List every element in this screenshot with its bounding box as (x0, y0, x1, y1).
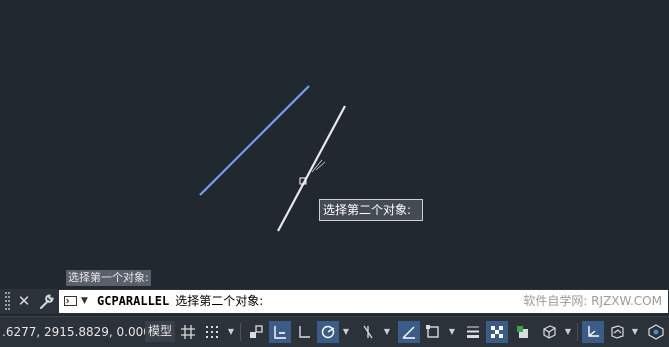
watermark-text: 软件自学网: RJZXW.COM (523, 294, 662, 308)
transparency-icon[interactable] (486, 321, 508, 343)
close-icon[interactable]: ✕ (15, 291, 33, 311)
drag-grip-icon[interactable] (5, 292, 11, 311)
isodraft-icon[interactable] (357, 321, 379, 343)
command-line-bar: ✕ ▼ GCPARALLEL 选择第二个对象: 软件自学网: RJZXW.COM (0, 289, 669, 314)
customize-wrench-icon[interactable] (37, 291, 57, 311)
separator (577, 323, 578, 341)
lineweight-icon[interactable] (462, 321, 484, 343)
ucs-icon[interactable] (606, 321, 628, 343)
canvas-geometry (199, 85, 346, 232)
object-snap-icon[interactable] (422, 321, 444, 343)
3d-osnap-dropdown-icon[interactable]: ▼ (563, 321, 573, 343)
first-parallel-line[interactable] (199, 85, 310, 196)
cursor-tooltip: 选择第二个对象: (319, 199, 423, 221)
recent-commands-dropdown-icon[interactable]: ▼ (81, 294, 88, 308)
coordinate-readout[interactable]: .6277, 2915.8829, 0.0000 (2, 317, 159, 347)
status-bar: .6277, 2915.8829, 0.0000 模型 ▼ ▼ ▼ ▼ ▼ ▼ (0, 316, 669, 347)
snap-dropdown-icon[interactable]: ▼ (226, 321, 236, 343)
isodraft-dropdown-icon[interactable]: ▼ (382, 321, 392, 343)
selection-cycling-icon[interactable] (512, 321, 534, 343)
infer-constraints-icon[interactable] (245, 321, 267, 343)
ucs-dropdown-icon[interactable]: ▼ (630, 321, 640, 343)
command-prompt-message: 选择第二个对象: (175, 294, 264, 308)
polar-icon[interactable] (317, 321, 339, 343)
ortho-icon[interactable] (293, 321, 315, 343)
active-command: GCPARALLEL (97, 294, 170, 308)
3d-object-snap-icon[interactable] (538, 321, 560, 343)
separator (240, 323, 241, 341)
dynamic-ucs-icon[interactable] (582, 321, 604, 343)
snap-icon[interactable] (201, 321, 223, 343)
command-input[interactable]: ▼ GCPARALLEL 选择第二个对象: 软件自学网: RJZXW.COM (59, 290, 668, 313)
command-prompt-icon[interactable] (64, 296, 77, 306)
dynamic-input-icon[interactable] (269, 321, 291, 343)
grid-icon[interactable] (177, 321, 199, 343)
polar-dropdown-icon[interactable]: ▼ (341, 321, 351, 343)
command-history-line: 选择第一个对象: (66, 270, 151, 286)
object-snap-tracking-icon[interactable] (398, 321, 420, 343)
model-space-button[interactable]: 模型 (145, 321, 176, 342)
command-prompt-text: GCPARALLEL 选择第二个对象: (97, 290, 263, 313)
drawing-canvas[interactable]: 选择第二个对象: 选择第一个对象: (0, 0, 669, 288)
isolate-icon[interactable] (645, 321, 667, 343)
object-snap-dropdown-icon[interactable]: ▼ (447, 321, 457, 343)
